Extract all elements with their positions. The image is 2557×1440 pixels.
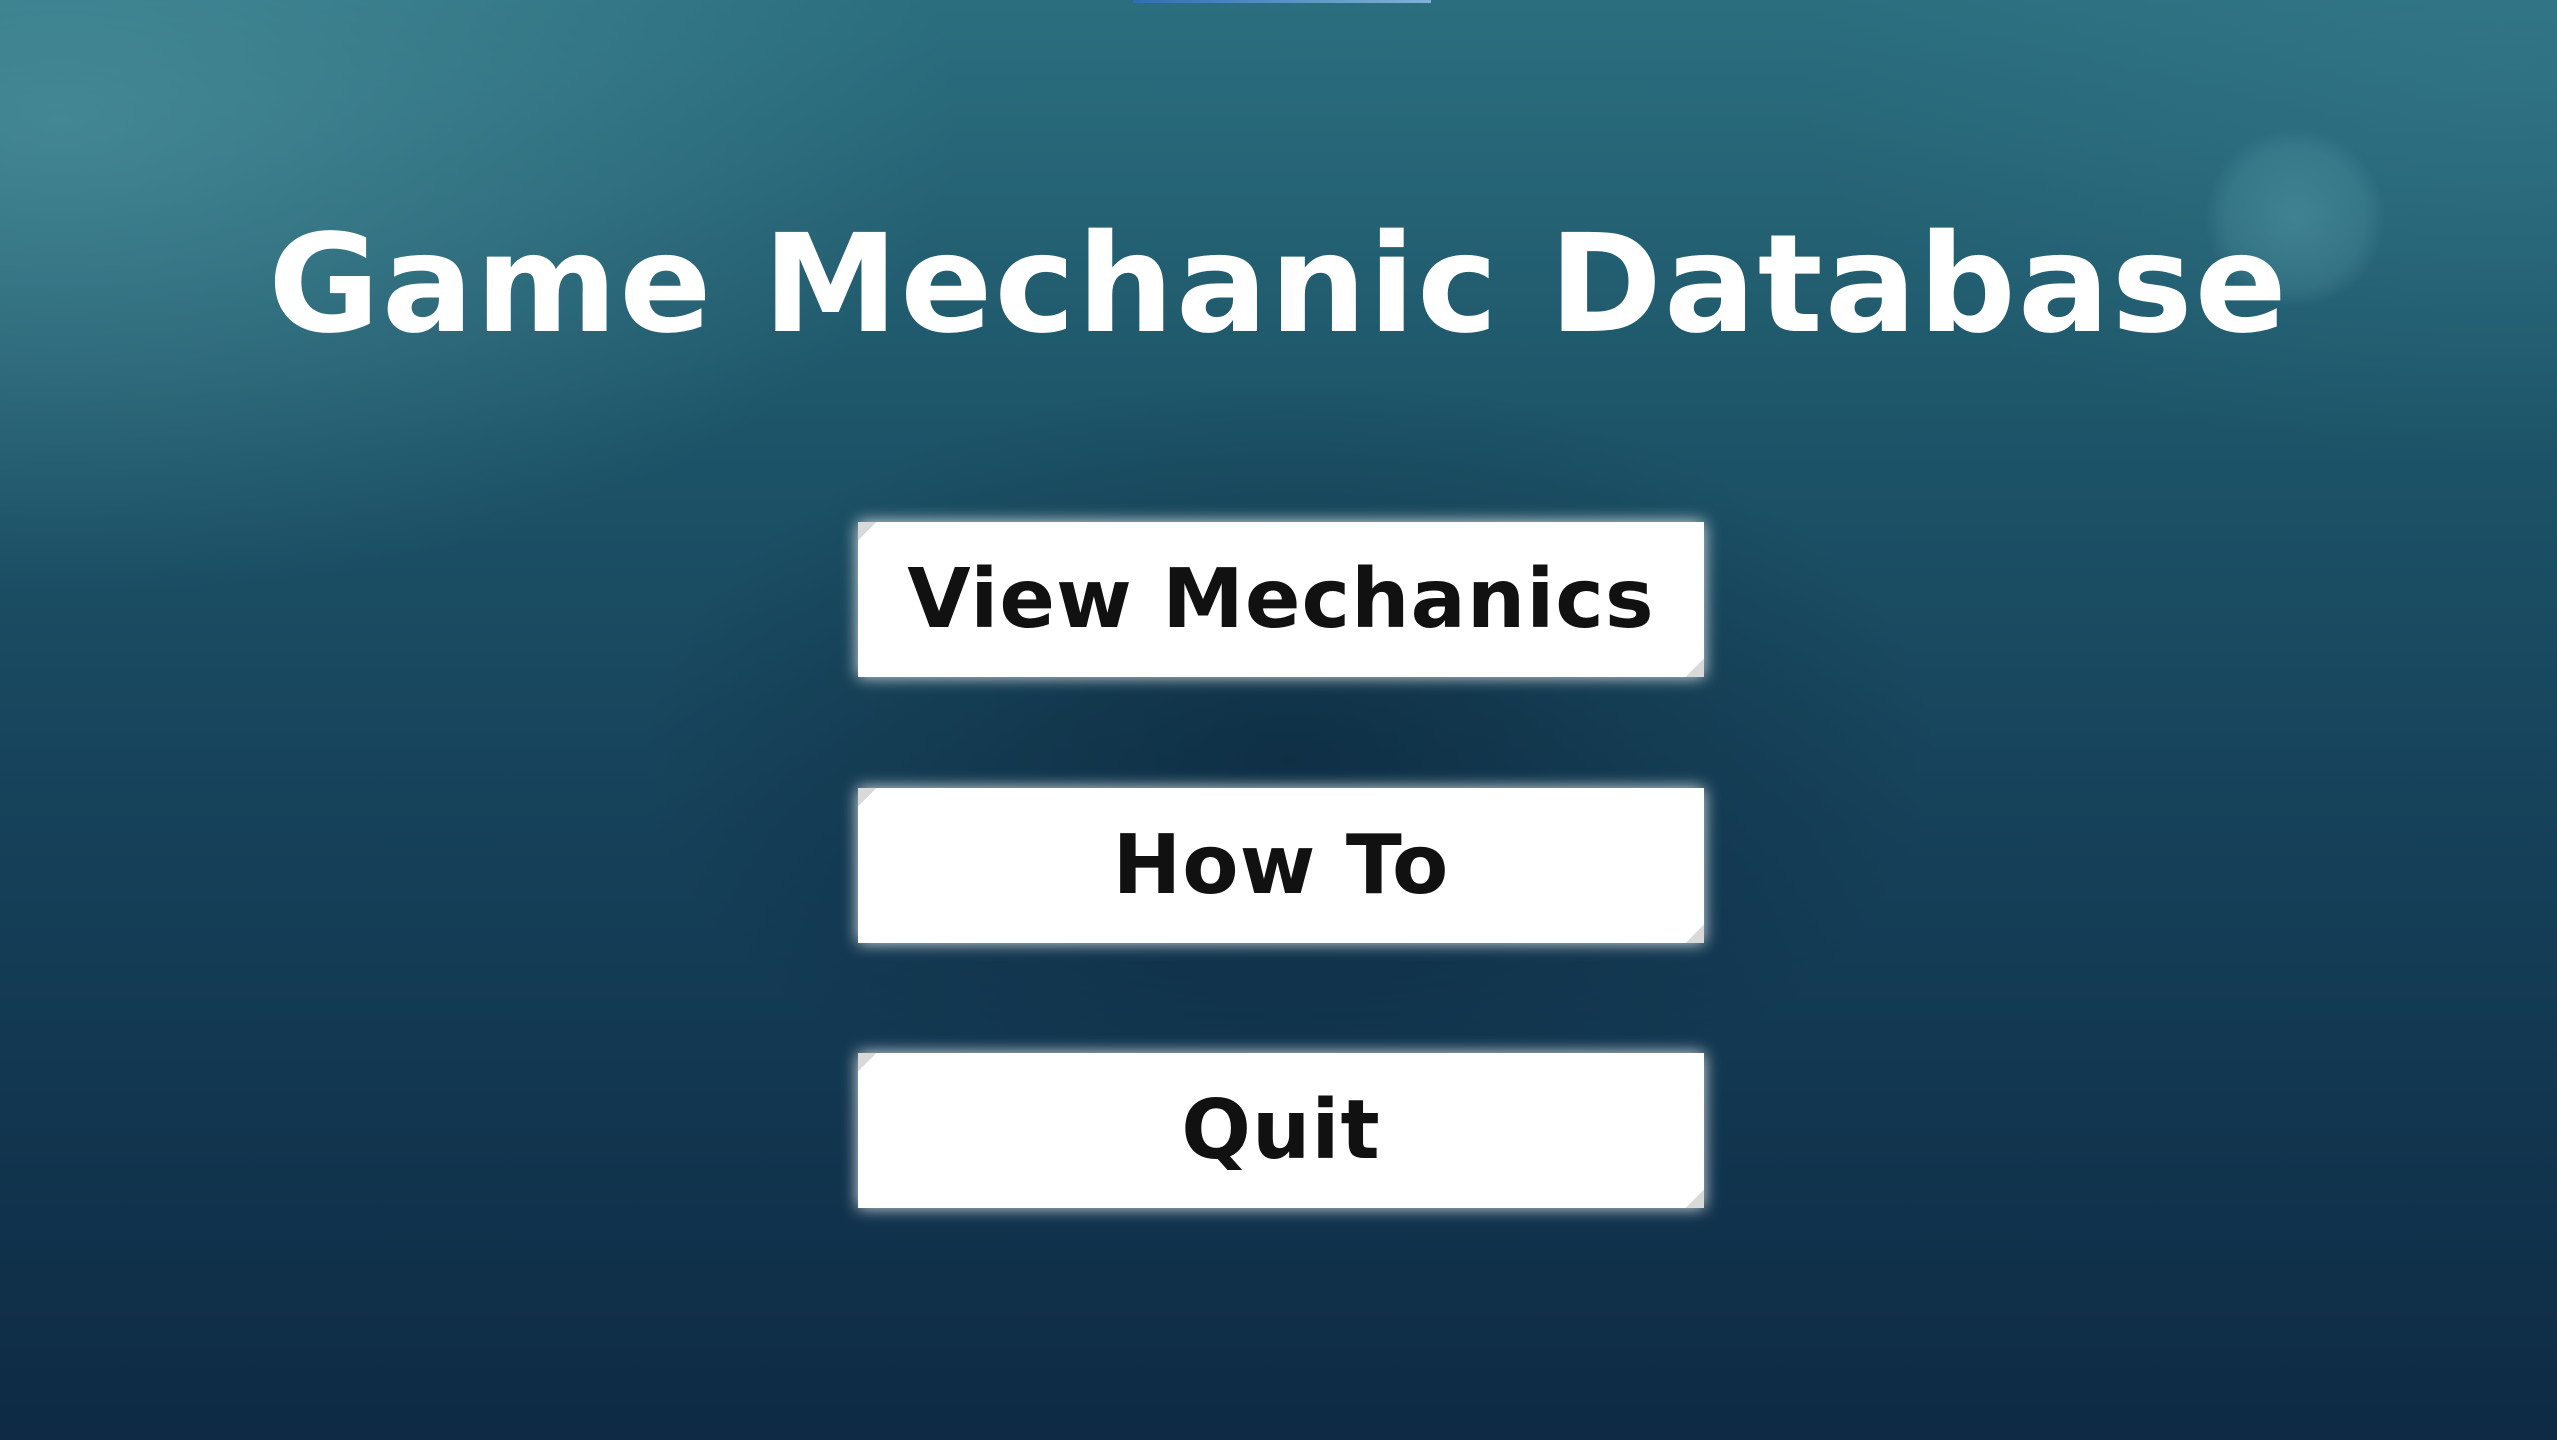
how-to-label: How To <box>1112 817 1450 913</box>
how-to-button[interactable]: How To <box>858 788 1704 943</box>
how-to-button-frame: How To <box>858 788 1704 943</box>
view-mechanics-button-frame: View Mechanics <box>858 522 1704 677</box>
top-highlight-strip <box>1133 0 1431 3</box>
view-mechanics-button[interactable]: View Mechanics <box>858 522 1704 677</box>
page-title: Game Mechanic Database <box>268 206 2289 364</box>
quit-label: Quit <box>1181 1082 1381 1178</box>
quit-button-frame: Quit <box>858 1053 1704 1208</box>
main-menu-screen: { "menu": { "title": "Game Mechanic Data… <box>0 0 2557 1440</box>
quit-button[interactable]: Quit <box>858 1053 1704 1208</box>
view-mechanics-label: View Mechanics <box>907 551 1655 647</box>
